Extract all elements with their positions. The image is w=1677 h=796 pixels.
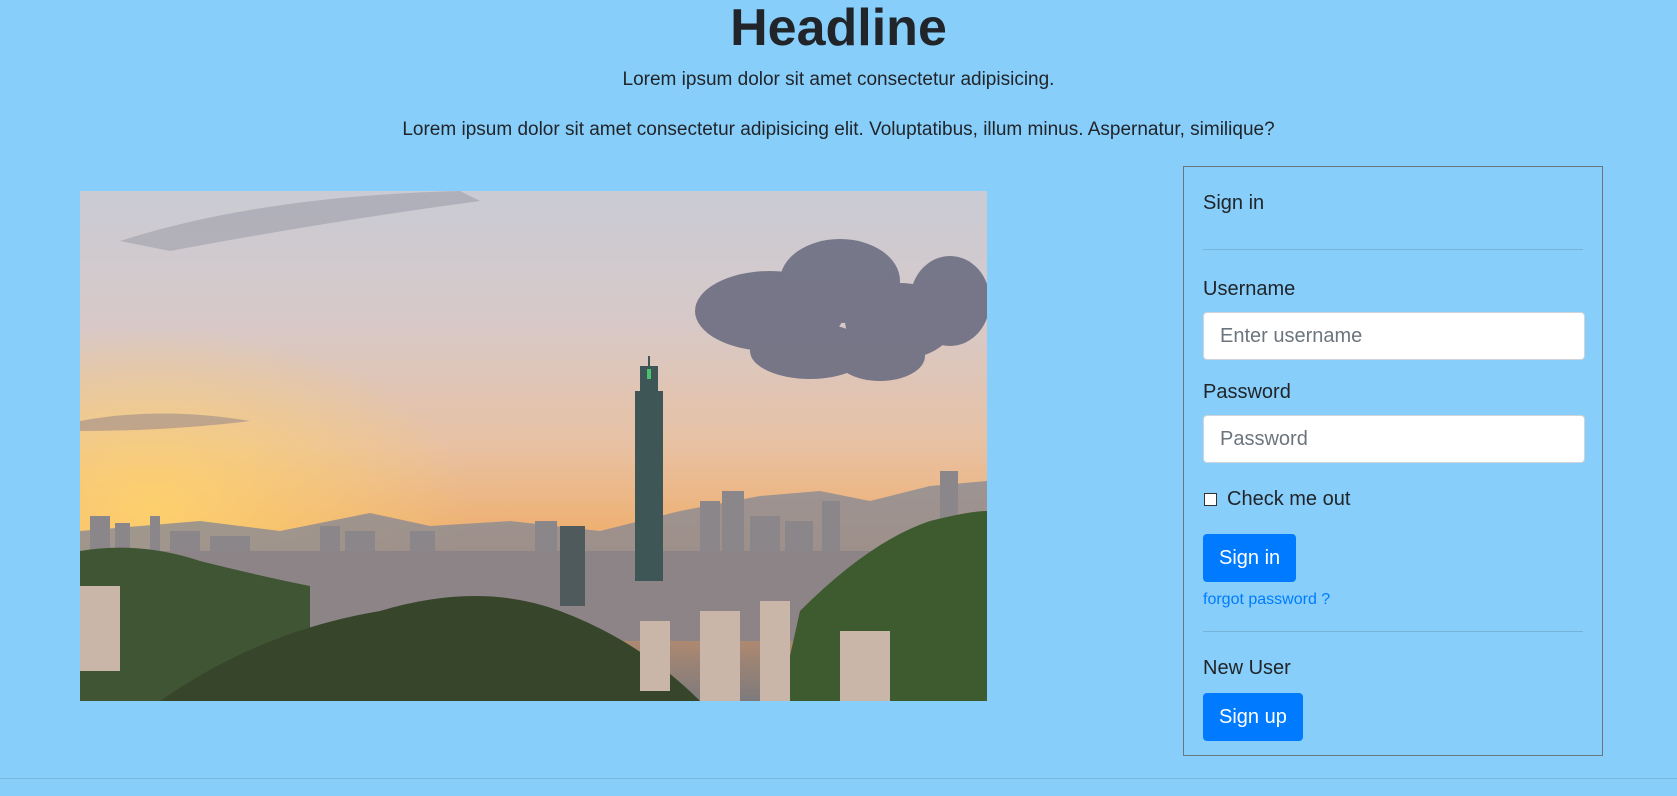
city-skyline-illustration (80, 191, 987, 701)
page-header: Headline Lorem ipsum dolor sit amet cons… (0, 0, 1677, 142)
footer-divider (0, 778, 1677, 779)
signup-button[interactable]: Sign up (1203, 693, 1303, 741)
signin-card-title: Sign in (1203, 192, 1265, 214)
password-label: Password (1203, 381, 1291, 403)
forgot-password-link[interactable]: forgot password ? (1203, 590, 1583, 610)
divider (1203, 631, 1583, 632)
remember-checkbox[interactable] (1204, 492, 1217, 506)
remember-row: Check me out (1203, 487, 1583, 511)
password-input[interactable] (1203, 415, 1585, 463)
remember-label[interactable]: Check me out (1227, 487, 1350, 511)
username-label: Username (1203, 278, 1296, 300)
divider (1203, 249, 1583, 250)
signin-card: Sign in Username Password Check me out S… (1183, 166, 1603, 756)
page-lead-text: Lorem ipsum dolor sit amet consectetur a… (402, 119, 1275, 140)
new-user-label: New User (1203, 657, 1291, 679)
hero-image (80, 191, 987, 701)
page-subtitle: Lorem ipsum dolor sit amet consectetur a… (622, 69, 1055, 90)
username-input[interactable] (1203, 312, 1585, 360)
signin-button[interactable]: Sign in (1203, 534, 1297, 582)
page-headline: Headline (730, 0, 947, 57)
